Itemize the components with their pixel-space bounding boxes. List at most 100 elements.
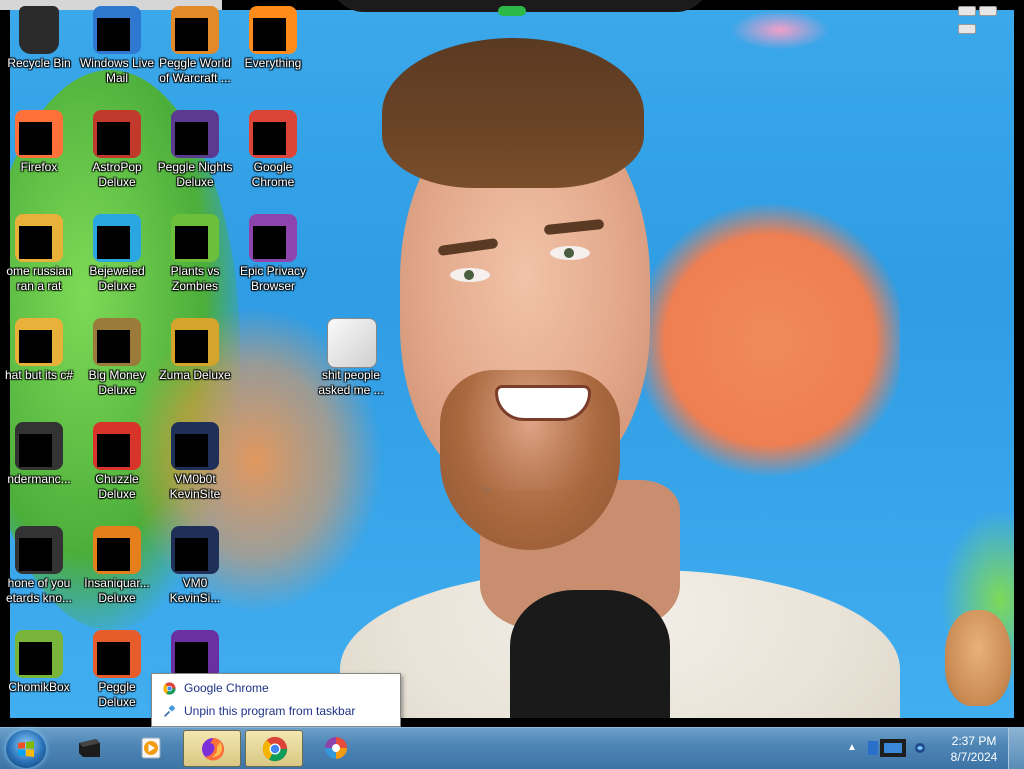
redaction-box	[253, 122, 286, 155]
redaction-box	[97, 434, 130, 467]
desktop-icon-label: Zuma Deluxe	[159, 368, 231, 382]
desktop-icon[interactable]: Firefox	[0, 110, 78, 175]
person-mouth	[495, 385, 591, 421]
chuzzle-icon	[93, 422, 141, 470]
peggle-icon	[93, 630, 141, 678]
epic-browser-icon	[325, 737, 347, 759]
unpin-icon	[164, 705, 176, 717]
desktop-icon[interactable]: Big Money Deluxe	[78, 318, 156, 398]
desktop-icon[interactable]: Peggle World of Warcraft ...	[156, 6, 234, 86]
redaction-box	[97, 122, 130, 155]
peggle-wow-icon	[171, 6, 219, 54]
redaction-box	[97, 18, 130, 51]
desktop-icon-label: Insaniquar... Deluxe	[84, 576, 150, 605]
media-player-icon	[141, 737, 161, 759]
jumplist-label: Unpin this program from taskbar	[184, 704, 356, 718]
desktop-icon-label: Peggle Deluxe	[98, 680, 136, 709]
file-icon	[15, 214, 63, 262]
big-money-icon	[93, 318, 141, 366]
desktop-icon[interactable]: Recycle Bin	[0, 6, 78, 71]
desktop-icon[interactable]: Google Chrome	[234, 110, 312, 190]
desktop-icon-label: Recycle Bin	[7, 56, 71, 70]
desktop-icon-label: VM0b0t KevinSite	[169, 472, 221, 501]
redaction-box	[175, 226, 208, 259]
desktop-icon[interactable]: shit people asked me ...	[312, 318, 390, 398]
person-hair	[382, 38, 644, 188]
plants-vs-zombies-icon	[171, 214, 219, 262]
desktop-icon[interactable]: ome russian ran a rat	[0, 214, 78, 294]
desktop-icon-label: AstroPop Deluxe	[92, 160, 142, 189]
cmd-icon	[79, 739, 100, 757]
window-buttons[interactable]	[955, 3, 1015, 34]
desktop-icon[interactable]: Plants vs Zombies	[156, 214, 234, 294]
desktop-icon[interactable]: Everything	[234, 6, 312, 71]
folder-icon	[327, 318, 377, 368]
desktop-icon[interactable]: Insaniquar... Deluxe	[78, 526, 156, 606]
hamster-gadget[interactable]	[945, 610, 1011, 706]
redaction-box	[97, 642, 130, 675]
desktop-icon[interactable]: Windows Live Mail	[78, 6, 156, 86]
taskbar-media-player-button[interactable]	[122, 730, 180, 767]
firefox-icon	[15, 110, 63, 158]
redaction-box	[175, 122, 208, 155]
redaction-box	[97, 330, 130, 363]
desktop-icon-label: ome russian ran a rat	[6, 264, 72, 293]
show-hidden-icons-arrow-icon[interactable]: ▲	[847, 742, 857, 753]
gadget-indicator	[498, 6, 526, 16]
jumplist-label: Google Chrome	[184, 681, 269, 695]
show-desktop-button[interactable]	[1008, 728, 1024, 769]
clock-time[interactable]: 2:37 PM	[940, 734, 1008, 748]
desktop-icon[interactable]: Epic Privacy Browser	[234, 214, 312, 294]
insaniquarium-icon	[93, 526, 141, 574]
taskbar-jump-list: Google Chrome Unpin this program from ta…	[151, 673, 401, 727]
redaction-box	[253, 18, 286, 51]
desktop-icon[interactable]: ndermanc...	[0, 422, 78, 487]
desktop-icon[interactable]: Chuzzle Deluxe	[78, 422, 156, 502]
windows-live-mail-icon	[93, 6, 141, 54]
system-tray: ▲ 2:37 PM 8/7/2024	[840, 728, 1024, 769]
desktop-icon-label: hat but its c#	[4, 368, 74, 382]
redaction-box	[175, 434, 208, 467]
desktop-icon[interactable]: hone of you etards kno...	[0, 526, 78, 606]
tray-network-icon[interactable]	[864, 737, 928, 759]
clock-date[interactable]: 8/7/2024	[940, 750, 1008, 764]
desktop-icon-label: Big Money Deluxe	[88, 368, 146, 397]
redaction-box	[175, 330, 208, 363]
desktop-icon-label: Everything	[244, 56, 302, 70]
taskbar-cmd-button[interactable]	[60, 730, 118, 767]
jumplist-item-unpin[interactable]: Unpin this program from taskbar	[152, 700, 400, 723]
vm-icon	[171, 422, 219, 470]
zuma-icon	[171, 318, 219, 366]
desktop-icon-label: Firefox	[20, 160, 58, 174]
desktop-icon-label: Chuzzle Deluxe	[95, 472, 139, 501]
desktop-icon-label: hone of you etards kno...	[5, 576, 73, 605]
epic-browser-icon	[249, 214, 297, 262]
redaction-box	[19, 538, 52, 571]
desktop-icon[interactable]: ChomikBox	[0, 630, 78, 695]
redaction-box	[175, 642, 208, 675]
app-icon	[15, 526, 63, 574]
desktop-icon[interactable]: Peggle Nights Deluxe	[156, 110, 234, 190]
desktop-icon[interactable]: VM0b0t KevinSite	[156, 422, 234, 502]
desktop-icon-label: ndermanc...	[7, 472, 71, 486]
desktop-icon[interactable]: VM0 KevinSi...	[156, 526, 234, 606]
desktop-icon[interactable]: hat but its c#	[0, 318, 78, 383]
desktop-icon-label: ChomikBox	[8, 680, 70, 694]
redaction-box	[97, 226, 130, 259]
desktop-icon[interactable]: Bejeweled Deluxe	[78, 214, 156, 294]
desktop-icon-label: Google Chrome	[251, 160, 295, 189]
app-icon	[15, 422, 63, 470]
desktop-icon[interactable]: Peggle Deluxe	[78, 630, 156, 710]
taskbar-epic-browser-button[interactable]	[307, 730, 365, 767]
taskbar-chrome-button[interactable]	[245, 730, 303, 767]
recycle-bin-icon	[15, 6, 63, 54]
chomikbox-icon	[15, 630, 63, 678]
jumplist-item-google-chrome[interactable]: Google Chrome	[152, 677, 400, 700]
desktop-icon[interactable]: AstroPop Deluxe	[78, 110, 156, 190]
desktop-icon[interactable]: Zuma Deluxe	[156, 318, 234, 383]
redaction-box	[19, 330, 52, 363]
chrome-icon	[262, 736, 288, 762]
start-button[interactable]	[6, 730, 46, 768]
taskbar-firefox-button[interactable]	[183, 730, 241, 767]
astropop-icon	[93, 110, 141, 158]
